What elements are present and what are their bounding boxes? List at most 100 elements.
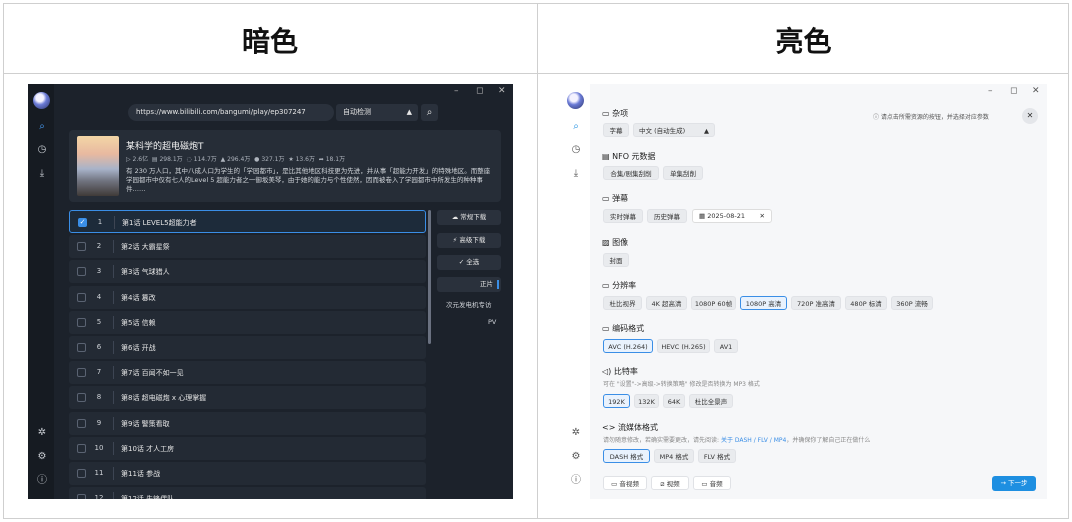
episode-number: 9 bbox=[96, 418, 102, 427]
res-option[interactable]: 480P 标清 bbox=[845, 296, 887, 310]
episode-name: 第7话 百闻不如一见 bbox=[121, 369, 184, 378]
episode-row[interactable]: 4 第4话 篡改 bbox=[69, 285, 426, 309]
codec-option[interactable]: AVC (H.264) bbox=[603, 339, 653, 353]
episode-checkbox[interactable] bbox=[77, 418, 86, 428]
episode-row[interactable]: ✓ 1 第1话 LEVEL5超能力者 bbox=[69, 210, 426, 233]
episode-row[interactable]: 8 第8话 超电磁炮 x 心理掌握 bbox=[69, 386, 426, 410]
episode-checkbox[interactable] bbox=[77, 242, 86, 252]
bitrate-option[interactable]: 192K bbox=[603, 394, 630, 408]
stream-section-title: <> 流媒体格式 bbox=[602, 423, 658, 432]
episode-row[interactable]: 6 第6话 开战 bbox=[69, 336, 426, 359]
image-icon: ▨ bbox=[602, 238, 613, 247]
episode-checkbox[interactable] bbox=[77, 343, 86, 352]
res-option[interactable]: 1080P 高清 bbox=[740, 296, 787, 310]
bitrate-option[interactable]: 杜比全景声 bbox=[689, 394, 733, 408]
bitrate-option[interactable]: 64K bbox=[663, 394, 685, 408]
bitrate-option[interactable]: 132K bbox=[634, 394, 659, 408]
close-panel-button[interactable]: ✕ bbox=[1022, 108, 1038, 124]
episode-number: 10 bbox=[94, 443, 104, 452]
episode-name: 第6话 开战 bbox=[121, 344, 156, 352]
episode-number: 12 bbox=[94, 494, 104, 499]
maximize-button[interactable]: ◻ bbox=[1010, 86, 1017, 96]
live-danmaku-chip[interactable]: 实时弹幕 bbox=[603, 209, 643, 223]
scrollbar[interactable] bbox=[428, 210, 431, 344]
history-icon[interactable]: ◷ bbox=[570, 144, 582, 156]
subtitle-language-select[interactable]: 中文 (自动生成) ▲ bbox=[633, 123, 715, 137]
close-button[interactable]: ✕ bbox=[1032, 86, 1040, 96]
single-scrape-chip[interactable]: 单集刮削 bbox=[663, 166, 703, 180]
audio-file-icon: ▭ bbox=[701, 480, 710, 488]
danmaku-section-title: ▭ 弹幕 bbox=[602, 194, 629, 203]
divider bbox=[113, 441, 114, 455]
video-button[interactable]: ⧄ 视频 bbox=[651, 476, 689, 490]
next-step-button[interactable]: → 下一步 bbox=[992, 476, 1036, 491]
resolution-icon: ▭ bbox=[602, 281, 613, 290]
image-section-title: ▨ 图像 bbox=[602, 238, 629, 247]
av-button[interactable]: ▭ 音视频 bbox=[603, 476, 647, 490]
collection-scrape-chip[interactable]: 合集/剧集刮削 bbox=[603, 166, 659, 180]
clear-icon[interactable]: ✕ bbox=[760, 210, 765, 222]
episode-checkbox[interactable] bbox=[77, 494, 86, 499]
episode-row[interactable]: 2 第2话 大霸星祭 bbox=[69, 235, 426, 259]
select-all-button[interactable]: ✓ 全选 bbox=[437, 255, 501, 270]
divider bbox=[113, 265, 114, 279]
search-icon[interactable]: ⌕ bbox=[570, 121, 582, 133]
episode-checkbox[interactable] bbox=[77, 469, 86, 478]
bitrate-section-title: ◁) 比特率 bbox=[602, 367, 638, 376]
episode-row[interactable]: 9 第9话 警策看取 bbox=[69, 411, 426, 435]
nfo-section-title: ▤ NFO 元数据 bbox=[602, 152, 656, 161]
episode-checkbox[interactable] bbox=[77, 368, 86, 378]
audio-button[interactable]: ▭ 音频 bbox=[693, 476, 731, 490]
normal-download-button[interactable]: ☁ 常规下载 bbox=[437, 210, 501, 225]
bitrate-note: 可在 "设置"->高级->转换策略" 修改是否转换为 MP3 格式 bbox=[603, 381, 760, 388]
episode-checkbox[interactable] bbox=[77, 393, 86, 403]
episode-row[interactable]: 5 第5话 信赖 bbox=[69, 310, 426, 334]
category-pv[interactable]: PV bbox=[488, 318, 496, 326]
episode-row[interactable]: 12 第12话 先锋偶队 bbox=[69, 487, 426, 499]
minimize-button[interactable]: – bbox=[988, 86, 993, 96]
res-option[interactable]: 杜比视界 bbox=[603, 296, 642, 310]
episode-number: 6 bbox=[96, 343, 102, 351]
episode-row[interactable]: 10 第10话 才人工房 bbox=[69, 436, 426, 460]
episode-checkbox[interactable] bbox=[77, 292, 86, 302]
advanced-download-button[interactable]: ⚡ 高级下载 bbox=[437, 233, 501, 248]
stream-option[interactable]: MP4 格式 bbox=[654, 449, 694, 463]
episode-number: 11 bbox=[94, 469, 104, 477]
episode-name: 第4话 篡改 bbox=[121, 293, 156, 302]
codec-option[interactable]: HEVC (H.265) bbox=[657, 339, 710, 353]
episode-number: 8 bbox=[96, 393, 102, 402]
audio-icon: ◁) bbox=[602, 367, 614, 376]
avatar-light[interactable] bbox=[567, 92, 584, 109]
episode-row[interactable]: 7 第7话 百闻不如一见 bbox=[69, 361, 426, 385]
codec-icon: ▭ bbox=[602, 324, 613, 333]
download-icon[interactable]: ⤓ bbox=[570, 168, 582, 180]
code-icon: <> bbox=[602, 423, 618, 432]
res-option[interactable]: 360P 流畅 bbox=[891, 296, 933, 310]
subtitle-chip[interactable]: 字幕 bbox=[603, 123, 629, 137]
episode-checkbox[interactable] bbox=[77, 317, 86, 327]
episode-checkbox[interactable]: ✓ bbox=[78, 218, 87, 227]
plugin-icon[interactable]: ✲ bbox=[570, 427, 582, 439]
episode-row[interactable]: 11 第11话 参战 bbox=[69, 462, 426, 485]
category-side[interactable]: 次元发电机专访 bbox=[446, 299, 492, 309]
info-hint: ⓘ 请点击所需资源的按钮，并选择对应参数 bbox=[873, 114, 989, 121]
settings-icon[interactable]: ⚙ bbox=[570, 451, 582, 463]
episode-name: 第2话 大霸星祭 bbox=[121, 243, 170, 252]
res-option[interactable]: 720P 准高清 bbox=[791, 296, 841, 310]
res-option[interactable]: 1080P 60帧 bbox=[691, 296, 736, 310]
episode-name: 第3话 气球猎人 bbox=[121, 268, 170, 277]
dash-flv-mp4-link[interactable]: 关于 DASH / FLV / MP4 bbox=[721, 437, 786, 444]
res-option[interactable]: 4K 超高清 bbox=[646, 296, 687, 310]
episode-checkbox[interactable] bbox=[77, 267, 86, 277]
date-picker[interactable]: ▦ 2025-08-21 ✕ bbox=[692, 209, 772, 223]
episode-row[interactable]: 3 第3话 气球猎人 bbox=[69, 260, 426, 284]
stream-option[interactable]: FLV 格式 bbox=[698, 449, 736, 463]
category-main[interactable]: 正片 bbox=[437, 277, 501, 292]
codec-option[interactable]: AV1 bbox=[714, 339, 738, 353]
stream-option[interactable]: DASH 格式 bbox=[603, 449, 650, 463]
cover-chip[interactable]: 封面 bbox=[603, 253, 629, 267]
info-icon[interactable]: ⓘ bbox=[570, 475, 582, 487]
episode-checkbox[interactable] bbox=[77, 443, 86, 453]
nfo-icon: ▤ bbox=[602, 152, 613, 161]
history-danmaku-chip[interactable]: 历史弹幕 bbox=[647, 209, 687, 223]
